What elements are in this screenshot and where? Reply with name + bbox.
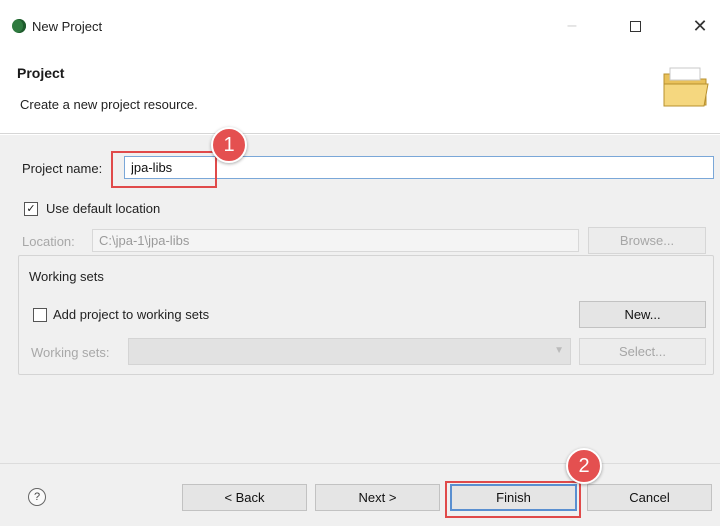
page-description: Create a new project resource.: [20, 97, 198, 112]
use-default-location-label: Use default location: [46, 201, 161, 216]
wizard-body: Project name: ✓ Use default location Loc…: [0, 135, 720, 463]
browse-button[interactable]: Browse...: [588, 227, 706, 254]
page-title: Project: [17, 65, 65, 81]
select-working-sets-button[interactable]: Select...: [579, 338, 706, 365]
step-1-badge: 1: [211, 127, 247, 163]
window-title: New Project: [32, 19, 103, 34]
minimize-button[interactable]: –: [552, 12, 592, 40]
location-label: Location:: [22, 234, 75, 249]
maximize-button[interactable]: [615, 12, 655, 40]
cancel-button[interactable]: Cancel: [587, 484, 712, 511]
project-name-label: Project name:: [22, 161, 103, 176]
add-to-working-sets-checkbox[interactable]: [33, 308, 47, 322]
minimize-icon: –: [567, 17, 577, 34]
project-name-input[interactable]: [124, 156, 714, 179]
chevron-down-icon: ▼: [554, 345, 564, 356]
add-to-working-sets-label: Add project to working sets: [53, 307, 210, 322]
use-default-location-checkbox[interactable]: ✓: [24, 202, 38, 216]
maximize-icon: [629, 20, 641, 32]
next-button[interactable]: Next >: [315, 484, 440, 511]
help-icon[interactable]: ?: [28, 488, 46, 506]
location-input[interactable]: [92, 229, 579, 252]
back-button[interactable]: < Back: [182, 484, 307, 511]
folder-icon: [663, 67, 709, 107]
wizard-footer: ? < Back Next > Finish Cancel: [0, 463, 720, 526]
working-sets-select[interactable]: ▼: [128, 338, 571, 365]
new-working-set-button[interactable]: New...: [579, 301, 706, 328]
close-button[interactable]: ✕: [680, 12, 720, 40]
working-sets-label: Working sets:: [31, 345, 110, 360]
checkmark-icon: ✓: [26, 202, 36, 215]
wizard-header: Project Create a new project resource.: [0, 46, 720, 134]
working-sets-group-label: Working sets: [26, 269, 107, 284]
step-2-badge: 2: [566, 448, 602, 484]
close-icon: ✕: [692, 15, 708, 36]
eclipse-icon: [12, 19, 26, 33]
finish-button[interactable]: Finish: [450, 484, 577, 511]
window-titlebar: New Project – ✕: [0, 0, 720, 46]
